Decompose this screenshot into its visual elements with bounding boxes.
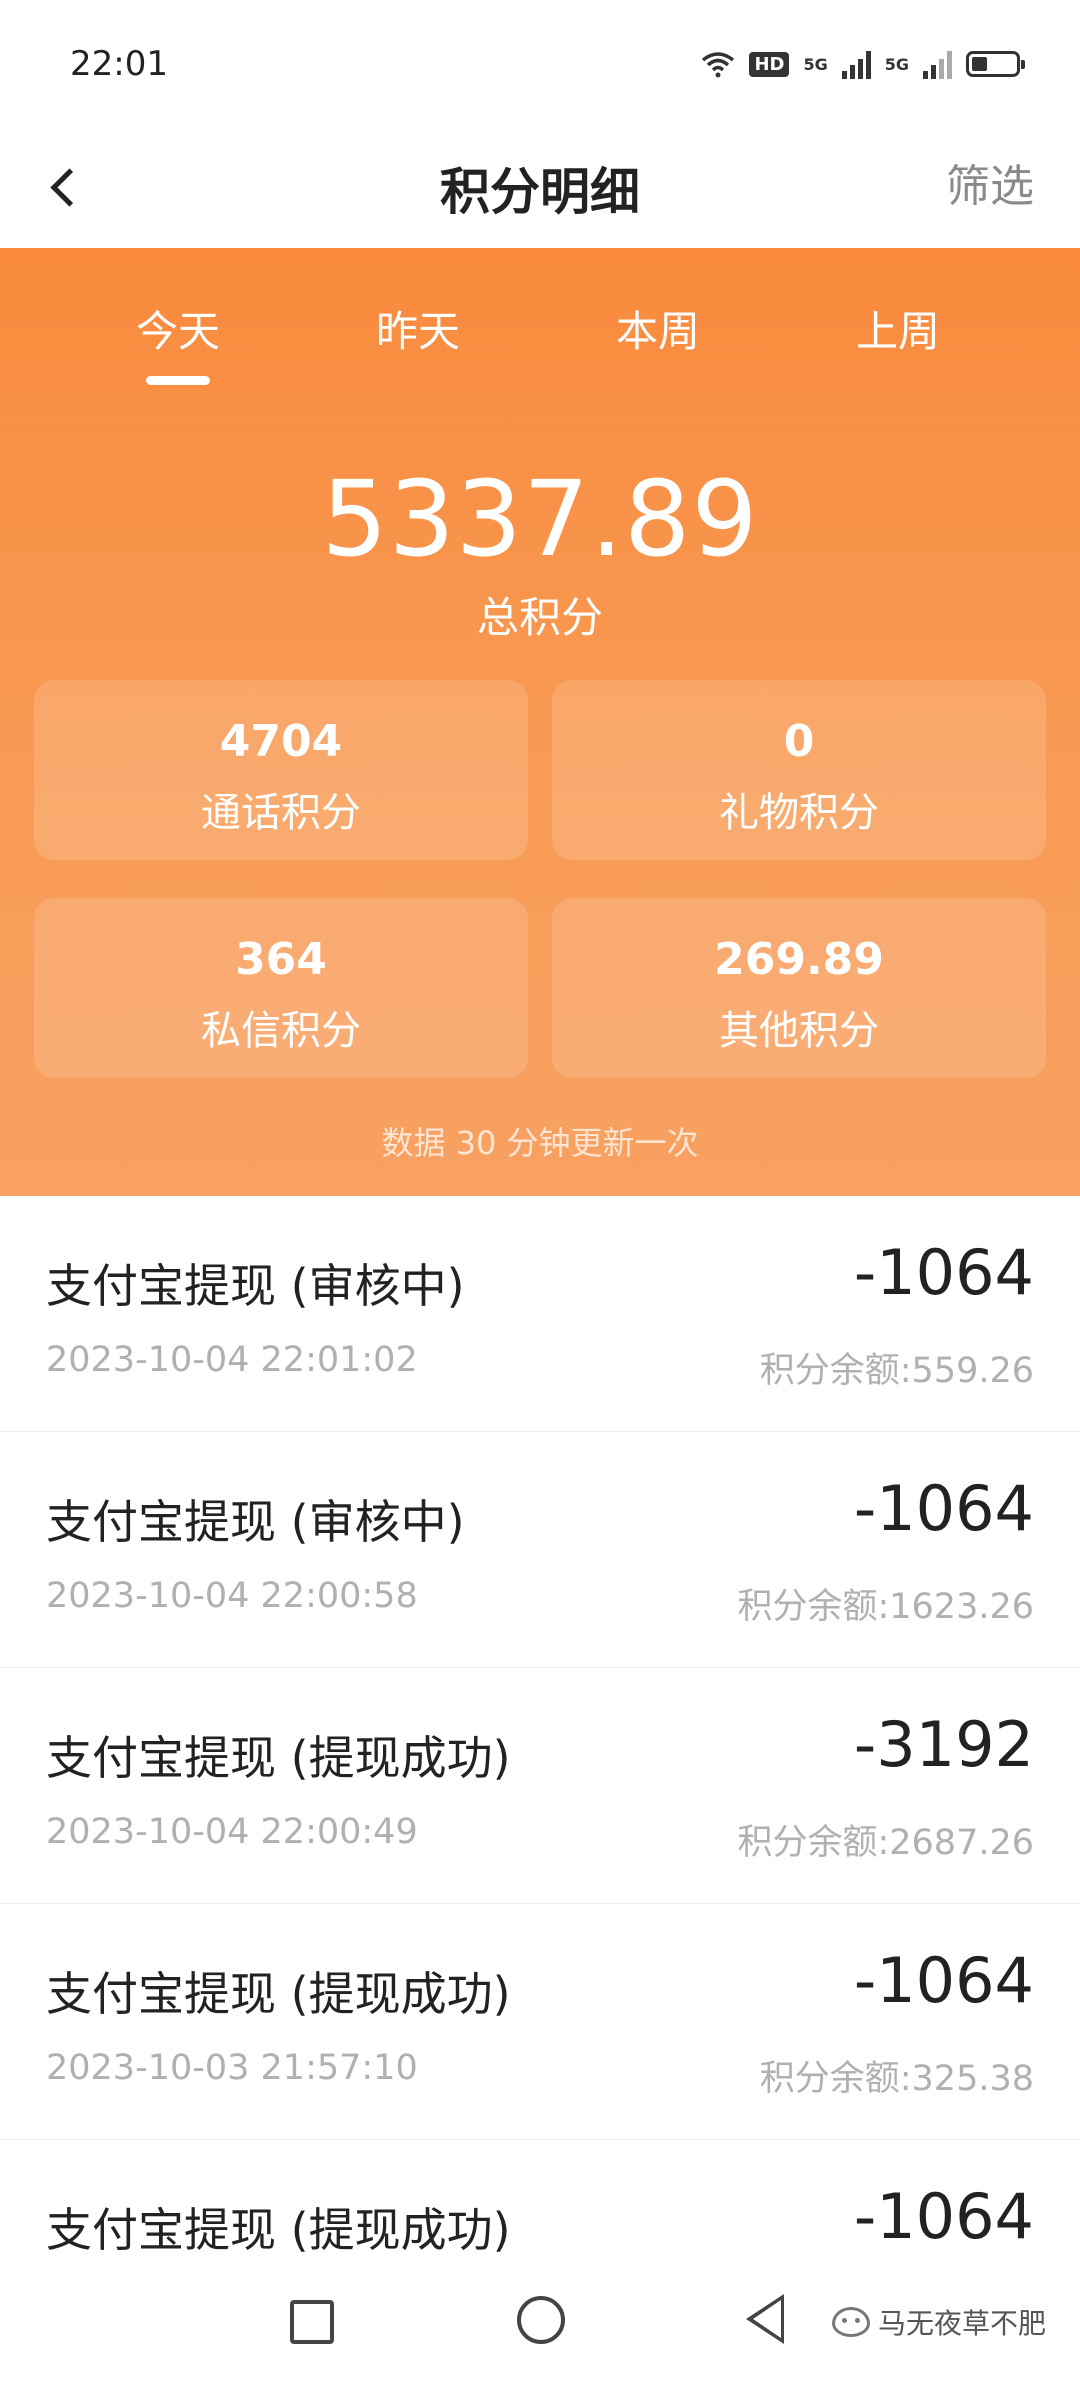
record-amount: -1064 [853,2180,1034,2253]
record-amount: -1064 [853,1944,1034,2017]
watermark: 马无夜草不肥 [831,2302,1046,2342]
record-title: 支付宝提现 (审核中) [46,1259,465,1313]
other-points-card: 269.89 其他积分 [552,898,1046,1078]
card-label: 其他积分 [719,1008,879,1054]
signal-icon-2 [923,49,952,79]
record-time: 2023-10-04 22:00:49 [46,1812,418,1852]
tab-last-week[interactable]: 上周 [798,298,998,359]
record-item[interactable]: 支付宝提现 (提现成功) 2023-10-03 21:57:10 -1064 积… [0,1904,1080,2140]
card-value: 0 [783,716,815,767]
watermark-text: 马无夜草不肥 [877,2307,1046,2340]
tab-label: 上周 [855,307,940,356]
system-back-button[interactable] [746,2294,784,2344]
update-frequency-note: 数据 30 分钟更新一次 [381,1124,699,1162]
network-label-1: 5G [803,54,828,74]
wechat-icon [831,2307,870,2337]
record-amount: -1064 [853,1472,1034,1545]
record-amount: -1064 [853,1236,1034,1309]
message-points-card: 364 私信积分 [34,898,528,1078]
card-value: 269.89 [714,934,884,985]
tab-yesterday[interactable]: 昨天 [318,298,518,359]
record-title: 支付宝提现 (提现成功) [46,1731,511,1785]
signal-icon-1 [841,49,871,79]
total-points-label: 总积分 [476,593,603,642]
card-value: 364 [235,934,327,985]
filter-button[interactable]: 筛选 [946,150,1034,214]
record-time: 2023-10-04 22:00:58 [46,1576,418,1616]
card-label: 私信积分 [201,1008,361,1054]
tab-label: 今天 [135,307,220,356]
wifi-icon [702,52,735,78]
record-title: 支付宝提现 (提现成功) [46,2203,511,2257]
record-time: 2023-10-04 22:01:02 [46,1340,418,1380]
network-label-2: 5G [884,54,909,74]
record-balance: 积分余额:325.38 [759,2059,1034,2099]
record-item[interactable]: 支付宝提现 (提现成功) 2023-10-04 22:00:49 -3192 积… [0,1668,1080,1904]
home-button[interactable] [517,2296,565,2344]
total-points-value: 5337.89 [321,458,759,580]
active-tab-indicator [146,376,210,385]
record-item[interactable]: 支付宝提现 (审核中) 2023-10-04 22:00:58 -1064 积分… [0,1432,1080,1668]
record-balance: 积分余额:2687.26 [737,1823,1034,1863]
battery-level [972,57,987,71]
record-balance: 积分余额:559.26 [759,1351,1034,1391]
page-title: 积分明细 [440,163,640,221]
battery-icon [966,51,1025,77]
period-tabs: 今天 昨天 本周 上周 [0,298,1080,388]
card-label: 通话积分 [201,790,361,836]
points-summary-panel: 今天 昨天 本周 上周 5337.89 总积分 4704 通话积分 0 礼物积分… [0,248,1080,1196]
record-time: 2023-10-03 21:57:10 [46,2048,418,2088]
record-item[interactable]: 支付宝提现 (审核中) 2023-10-04 22:01:02 -1064 积分… [0,1196,1080,1432]
status-icons: HD 5G 5G [701,44,1025,84]
recent-apps-button[interactable] [290,2300,334,2344]
page-header: 积分明细 筛选 [0,130,1080,248]
gift-points-card: 0 礼物积分 [552,680,1046,860]
record-amount: -3192 [853,1708,1034,1781]
tab-label: 本周 [615,307,700,356]
record-title: 支付宝提现 (提现成功) [46,1967,511,2021]
tab-label: 昨天 [375,307,460,356]
tab-this-week[interactable]: 本周 [558,298,758,359]
status-bar: 22:01 HD 5G 5G [0,0,1080,130]
card-label: 礼物积分 [719,790,879,836]
hd-badge: HD [749,51,790,77]
status-time: 22:01 [70,44,168,84]
card-value: 4704 [219,716,343,767]
system-navigation-bar: 马无夜草不肥 [0,2262,1080,2398]
record-title: 支付宝提现 (审核中) [46,1495,465,1549]
record-balance: 积分余额:1623.26 [737,1587,1034,1627]
call-points-card: 4704 通话积分 [34,680,528,860]
tab-today[interactable]: 今天 [78,298,278,385]
